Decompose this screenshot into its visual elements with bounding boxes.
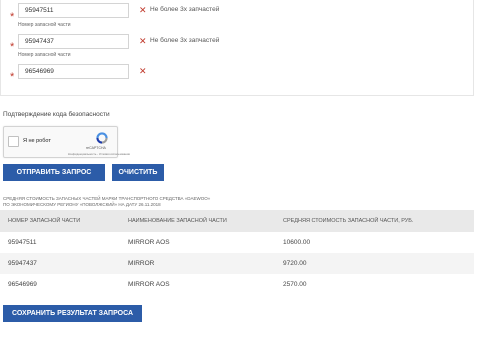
part-number-label: Номер запасной части <box>18 22 71 28</box>
part-number-label: Номер запасной части <box>18 52 71 58</box>
submit-request-button[interactable]: ОТПРАВИТЬ ЗАПРОС <box>3 164 105 181</box>
part-number-input[interactable] <box>18 64 129 79</box>
remove-icon[interactable]: ✕ <box>139 67 147 76</box>
required-marker: * <box>10 11 15 23</box>
part-number-input[interactable] <box>18 34 129 49</box>
recaptcha-logo-icon <box>96 132 108 144</box>
captcha-brand: reCAPTCHA <box>86 146 106 150</box>
cell-average-price: 9720.00 <box>275 253 474 274</box>
clear-button[interactable]: ОЧИСТИТЬ <box>112 164 164 181</box>
column-header-average-price: СРЕДНЯЯ СТОИМОСТЬ ЗАПАСНОЙ ЧАСТИ, РУБ. <box>275 210 474 232</box>
cell-part-number: 96546969 <box>8 281 37 288</box>
required-marker: * <box>10 41 15 53</box>
captcha-checkbox[interactable] <box>8 136 19 147</box>
part-number-input[interactable] <box>18 3 129 18</box>
save-result-button[interactable]: СОХРАНИТЬ РЕЗУЛЬТАТ ЗАПРОСА <box>3 305 142 322</box>
cell-part-name: MIRROR <box>120 253 275 274</box>
part-row: Номер запасной части * ✕ Не более 3х зап… <box>1 22 475 54</box>
captcha-label: Я не робот <box>23 138 51 144</box>
column-header-part-number: НОМЕР ЗАПАСНОЙ ЧАСТИ <box>0 210 120 232</box>
cell-part-number: 95947437 <box>0 253 120 274</box>
part-row: * ✕ Не более 3х запчастей <box>1 0 475 24</box>
remove-icon[interactable]: ✕ <box>139 37 147 46</box>
error-message: Не более 3х запчастей <box>150 6 220 13</box>
cell-part-name: MIRROR AOS <box>128 239 170 246</box>
table-header-row: НОМЕР ЗАПАСНОЙ ЧАСТИ НАИМЕНОВАНИЕ ЗАПАСН… <box>0 210 474 232</box>
table-row: 95947437 MIRROR 9720.00 <box>0 253 474 274</box>
error-message: Не более 3х запчастей <box>150 37 220 44</box>
table-row: 96546969 MIRROR AOS 2570.00 <box>0 274 474 295</box>
required-marker: * <box>10 71 15 83</box>
results-caption-line: ПО ЭКОНОМИЧЕСКОМУ РЕГИОНУ «ПОВОЛЖСКИЙ» Н… <box>3 202 161 207</box>
captcha-title: Подтверждение кода безопасности <box>3 111 110 118</box>
captcha-widget: Я не робот reCAPTCHA Конфиденциальность … <box>3 126 130 158</box>
part-row: Номер запасной части * ✕ <box>1 52 475 84</box>
cell-average-price: 10600.00 <box>283 239 311 246</box>
cell-average-price: 2570.00 <box>283 281 307 288</box>
column-header-part-name: НАИМЕНОВАНИЕ ЗАПАСНОЙ ЧАСТИ <box>120 210 275 232</box>
cell-part-name: MIRROR AOS <box>128 281 170 288</box>
captcha-terms-link[interactable]: Конфиденциальность - Условия использован… <box>68 152 130 156</box>
parts-form: * ✕ Не более 3х запчастей Номер запасной… <box>0 0 474 96</box>
results-table: НОМЕР ЗАПАСНОЙ ЧАСТИ НАИМЕНОВАНИЕ ЗАПАСН… <box>0 210 474 295</box>
table-row: 95947511 MIRROR AOS 10600.00 <box>0 232 474 253</box>
results-caption: СРЕДНЯЯ СТОИМОСТЬ ЗАПАСНЫХ ЧАСТЕЙ МАРКИ … <box>3 196 210 208</box>
cell-part-number: 95947511 <box>8 239 37 246</box>
remove-icon[interactable]: ✕ <box>139 6 147 15</box>
